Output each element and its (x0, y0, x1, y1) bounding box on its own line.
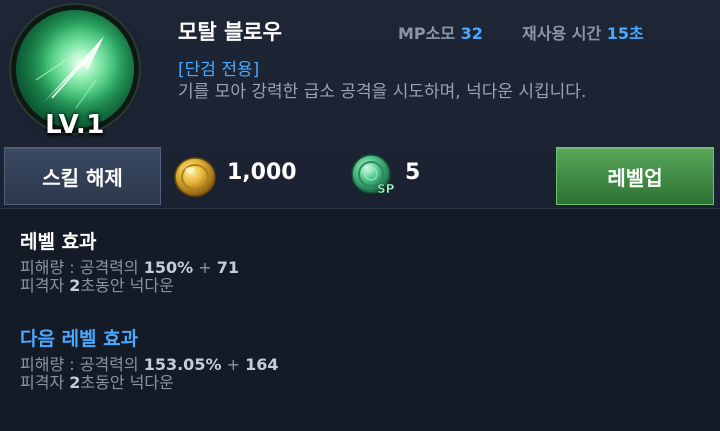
current-level-effect-title: 레벨 효과 (20, 231, 97, 253)
current-knockdown-line: 피격자 2초동안 넉다운 (20, 272, 174, 296)
cooldown-value: 15초 (606, 24, 644, 43)
current-kd-prefix: 피격자 (20, 276, 70, 295)
skill-level-label: LV.1 (45, 110, 105, 140)
current-damage-flat: 71 (216, 258, 239, 277)
next-damage-plus: + (221, 355, 246, 374)
gold-cost-amount: 1,000 (227, 160, 297, 185)
gold-coin-icon (172, 153, 218, 199)
level-up-button[interactable]: 레벨업 (556, 147, 714, 205)
skill-description: 기를 모아 강력한 급소 공격을 시도하며, 넉다운 시킵니다. (178, 82, 587, 102)
next-kd-value: 2 (69, 373, 81, 392)
current-damage-plus: + (193, 258, 217, 277)
next-level-effect-title: 다음 레벨 효과 (20, 328, 139, 350)
skill-detail-panel: LV.1 모탈 블로우 MP소모 32 재사용 시간 15초 [단검 전용] 기… (0, 0, 720, 431)
cooldown: 재사용 시간 15초 (522, 20, 644, 44)
mp-cost-value: 32 (460, 24, 483, 43)
skill-name: 모탈 블로우 (178, 20, 282, 44)
cooldown-label: 재사용 시간 (522, 24, 602, 43)
next-kd-suffix: 초동안 넉다운 (80, 373, 174, 392)
svg-text:SP: SP (377, 182, 395, 196)
next-kd-prefix: 피격자 (20, 373, 70, 392)
mp-cost-label: MP소모 (398, 24, 456, 43)
next-knockdown-line: 피격자 2초동안 넉다운 (20, 369, 174, 393)
current-kd-suffix: 초동안 넉다운 (80, 276, 174, 295)
next-damage-flat: 164 (245, 355, 279, 374)
mp-cost: MP소모 32 (398, 20, 483, 44)
effects-section (0, 208, 720, 431)
sp-orb-icon: SP (349, 151, 397, 199)
current-kd-value: 2 (69, 276, 81, 295)
sp-cost-amount: 5 (405, 160, 421, 185)
skill-release-button[interactable]: 스킬 해제 (4, 147, 161, 205)
skill-icon-frame: LV.1 (6, 6, 144, 144)
